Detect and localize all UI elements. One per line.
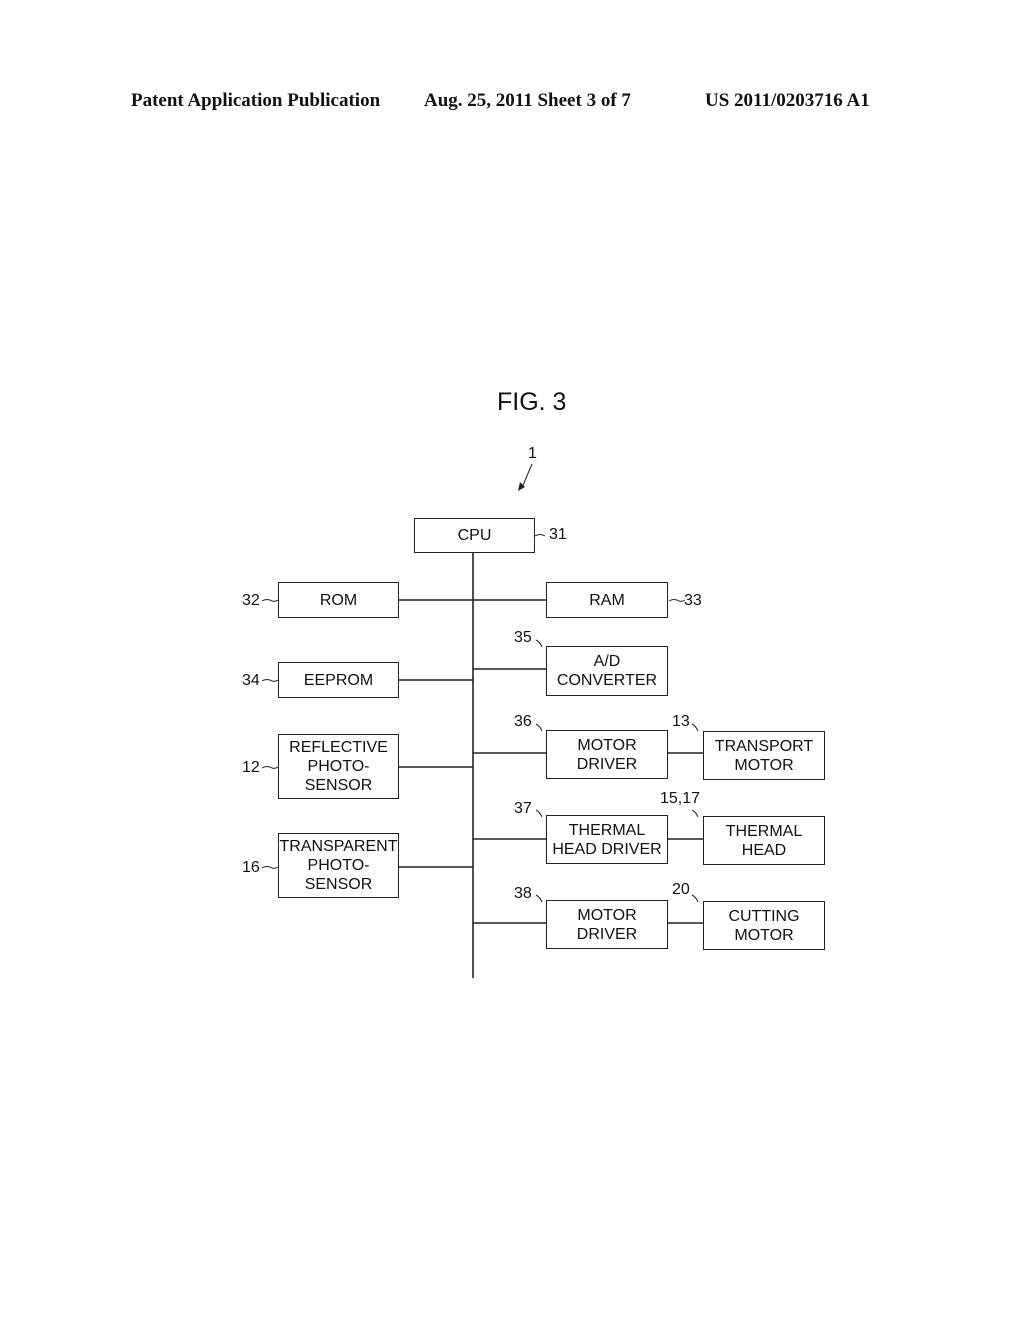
rom-block: ROM (278, 582, 399, 618)
cpu-block: CPU (414, 518, 535, 553)
device-ref: 1 (528, 445, 537, 462)
cpu-ref: 31 (549, 526, 567, 543)
cpu-ref-leader (534, 534, 546, 537)
connection-lines (261, 463, 703, 978)
reflective-photosensor-block: REFLECTIVE PHOTO- SENSOR (278, 734, 399, 799)
eeprom-ref-leader (261, 679, 279, 682)
thermal-head-driver-ref: 37 (514, 800, 532, 817)
cm-ref-leader (691, 894, 699, 903)
transport-motor-ref: 13 (672, 713, 690, 730)
transport-motor-block: TRANSPORT MOTOR (703, 731, 825, 780)
rom-ref-leader (261, 599, 279, 602)
eeprom-block: EEPROM (278, 662, 399, 698)
thermal-head-block: THERMAL HEAD (703, 816, 825, 865)
reflective-photosensor-ref: 12 (242, 759, 260, 776)
motor-driver-2-ref: 38 (514, 885, 532, 902)
motor-driver-1-ref: 36 (514, 713, 532, 730)
device-ref-leader (521, 463, 533, 489)
transparent-photosensor-ref: 16 (242, 859, 260, 876)
md2-ref-leader (535, 894, 543, 903)
thd-ref-leader (535, 809, 543, 818)
adc-block: A/D CONVERTER (546, 646, 668, 696)
motor-driver-2-block: MOTOR DRIVER (546, 900, 668, 949)
cutting-motor-ref: 20 (672, 881, 690, 898)
transparent-photosensor-block: TRANSPARENT PHOTO- SENSOR (278, 833, 399, 898)
thermal-head-driver-block: THERMAL HEAD DRIVER (546, 815, 668, 864)
motor-driver-1-block: MOTOR DRIVER (546, 730, 668, 779)
eeprom-ref: 34 (242, 672, 260, 689)
adc-ref-leader (535, 639, 543, 648)
ram-ref: 33 (684, 592, 702, 609)
thermal-head-ref: 15,17 (660, 790, 701, 807)
cutting-motor-block: CUTTING MOTOR (703, 901, 825, 950)
rom-ref: 32 (242, 592, 260, 609)
ram-block: RAM (546, 582, 668, 618)
transparent-ref-leader (261, 866, 279, 869)
tm-ref-leader (691, 723, 699, 732)
ram-ref-leader (668, 599, 686, 602)
md1-ref-leader (535, 723, 543, 732)
reflective-ref-leader (261, 766, 279, 769)
adc-ref: 35 (514, 629, 532, 646)
th-ref-leader (691, 809, 699, 818)
